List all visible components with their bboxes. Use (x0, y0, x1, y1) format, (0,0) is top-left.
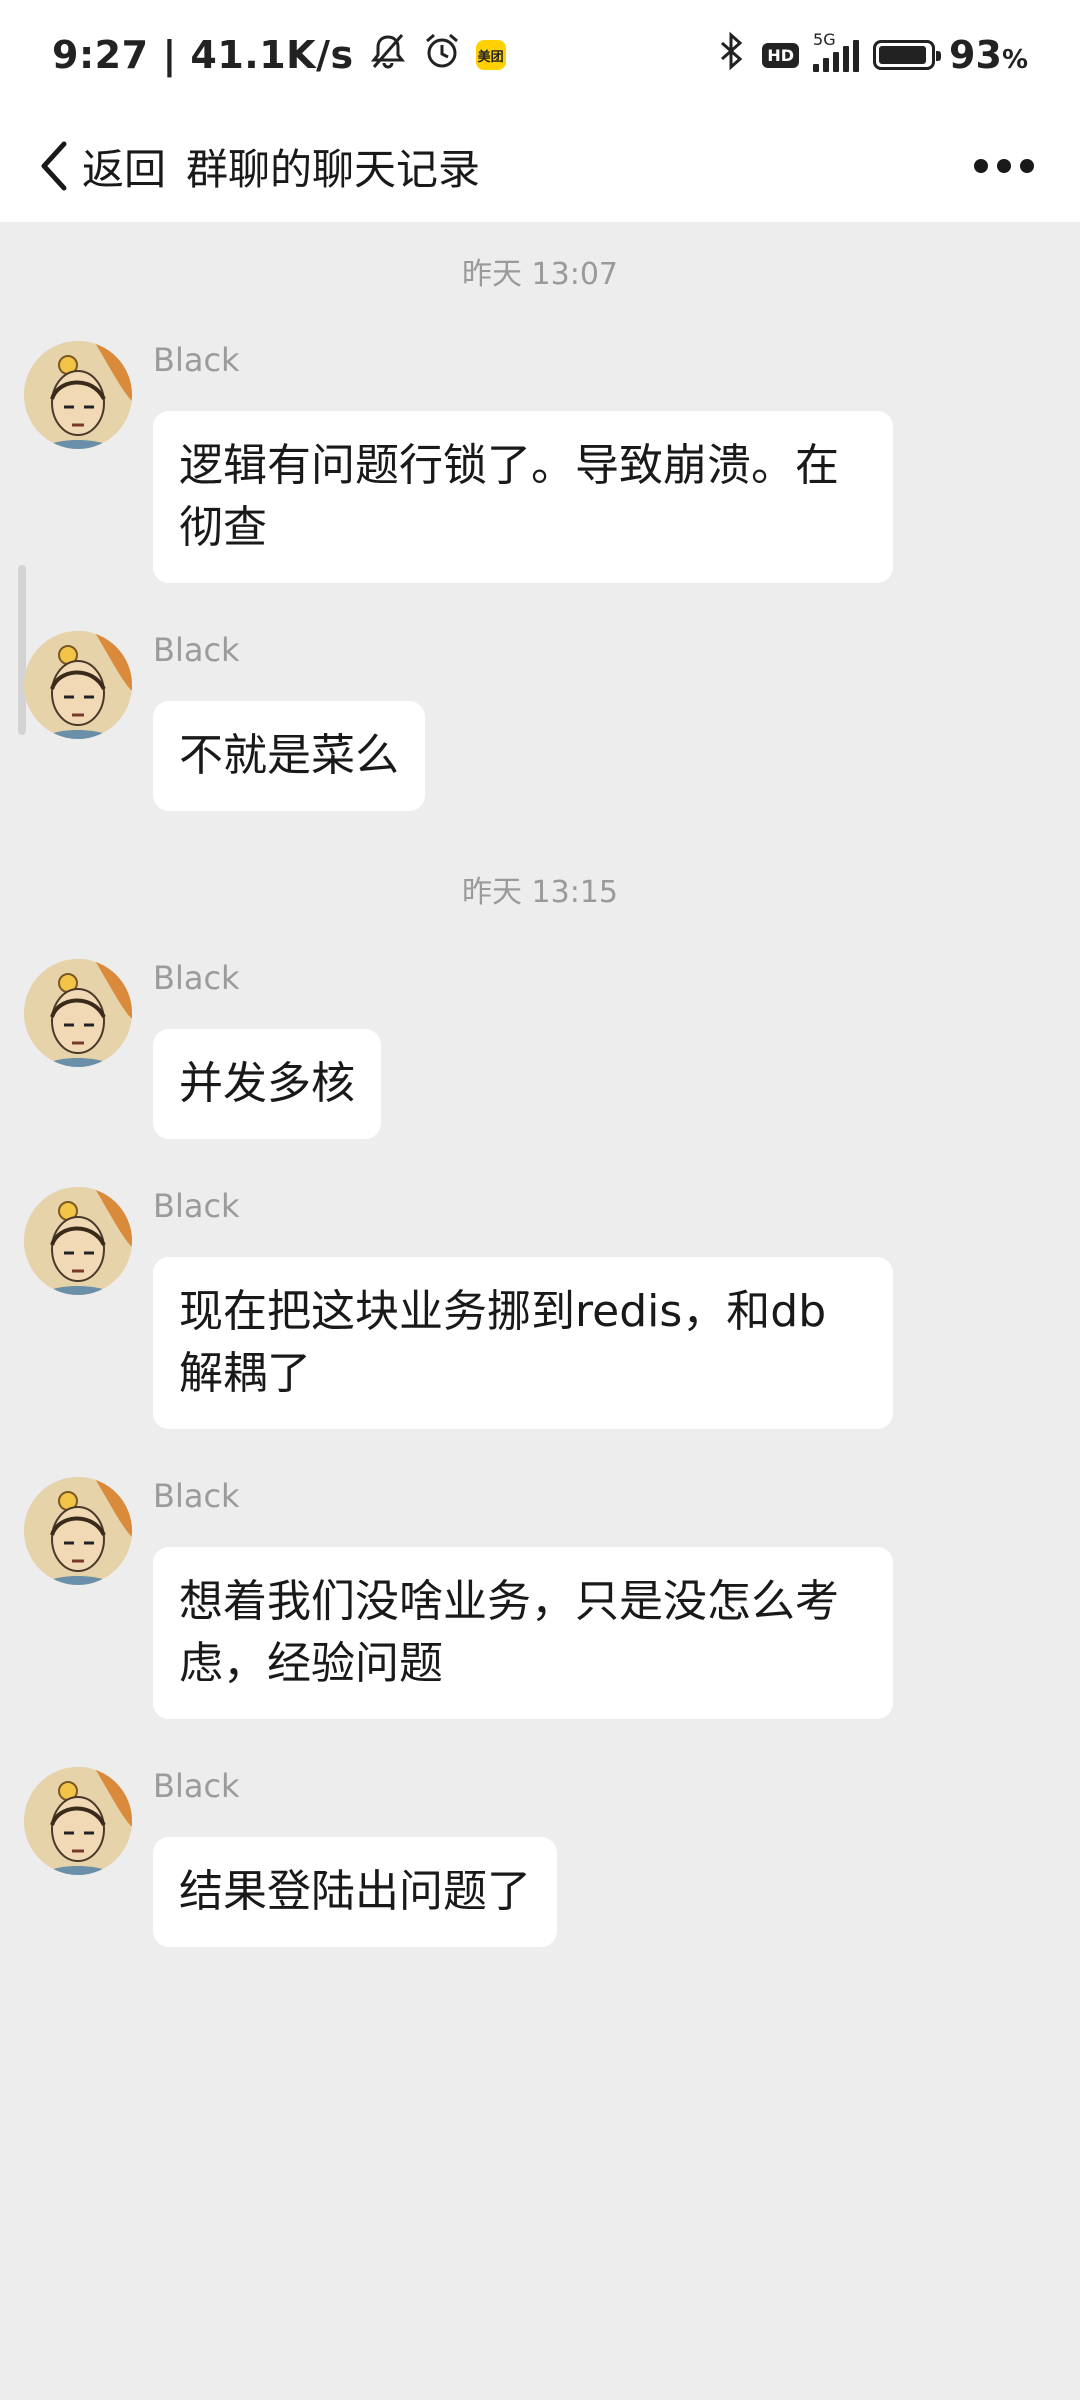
avatar[interactable] (24, 1187, 132, 1295)
avatar[interactable] (24, 631, 132, 739)
message-bubble[interactable]: 并发多核 (153, 1029, 381, 1139)
sender-name: Black (153, 959, 240, 997)
message-bubble[interactable]: 逻辑有问题行锁了。导致崩溃。在彻查 (153, 411, 893, 583)
battery-icon (873, 40, 942, 70)
message-bubble[interactable]: 结果登陆出问题了 (153, 1837, 557, 1947)
more-icon[interactable] (964, 149, 1044, 183)
signal-icon: 5G (813, 30, 860, 72)
message-bubble[interactable]: 想着我们没啥业务，只是没怎么考虑，经验问题 (153, 1547, 893, 1719)
status-separator: | (162, 33, 177, 77)
status-left: 9:27 | 41.1K/s 美团 (52, 31, 506, 80)
page-title: 群聊的聊天记录 (186, 144, 481, 194)
avatar[interactable] (24, 959, 132, 1067)
message-item: Black 结果登陆出问题了 (24, 1767, 1034, 1947)
status-time: 9:27 (52, 33, 149, 77)
alarm-icon (422, 31, 462, 80)
sender-name: Black (153, 1187, 240, 1225)
message-bubble[interactable]: 不就是菜么 (153, 701, 425, 811)
meituan-app-icon: 美团 (475, 40, 506, 70)
bluetooth-icon (714, 31, 748, 80)
message-item: Black 现在把这块业务挪到redis，和db解耦了 (24, 1187, 1034, 1429)
message-item: Black 想着我们没啥业务，只是没怎么考虑，经验问题 (24, 1477, 1034, 1719)
battery-percent: 93% (949, 33, 1028, 77)
timestamp: 昨天 13:15 (462, 875, 618, 910)
sender-name: Black (153, 1767, 240, 1805)
status-bar: 9:27 | 41.1K/s 美团 HD 5G 93% (0, 0, 1080, 110)
network-type: 5G (813, 30, 836, 49)
avatar[interactable] (24, 1477, 132, 1585)
avatar[interactable] (24, 1767, 132, 1875)
chat-history[interactable]: 昨天 13:07 Black 逻辑有问题行锁了。导致崩溃。在彻查 Black 不… (0, 222, 1080, 2400)
timestamp: 昨天 13:07 (462, 257, 618, 292)
message-item: Black 不就是菜么 (24, 631, 1034, 811)
sender-name: Black (153, 631, 240, 669)
message-item: Black 逻辑有问题行锁了。导致崩溃。在彻查 (24, 341, 1034, 583)
status-right: HD 5G 93% (714, 30, 1028, 80)
chevron-left-icon[interactable] (36, 140, 72, 192)
avatar[interactable] (24, 341, 132, 449)
hd-badge: HD (762, 42, 800, 68)
message-bubble[interactable]: 现在把这块业务挪到redis，和db解耦了 (153, 1257, 893, 1429)
network-speed: 41.1K/s (190, 33, 354, 77)
sender-name: Black (153, 1477, 240, 1515)
back-button[interactable]: 返回 (82, 136, 166, 197)
sender-name: Black (153, 341, 240, 379)
message-item: Black 并发多核 (24, 959, 1034, 1139)
nav-bar: 返回 群聊的聊天记录 (0, 110, 1080, 222)
nav-left: 返回 群聊的聊天记录 (36, 136, 480, 197)
mute-icon (368, 31, 408, 80)
